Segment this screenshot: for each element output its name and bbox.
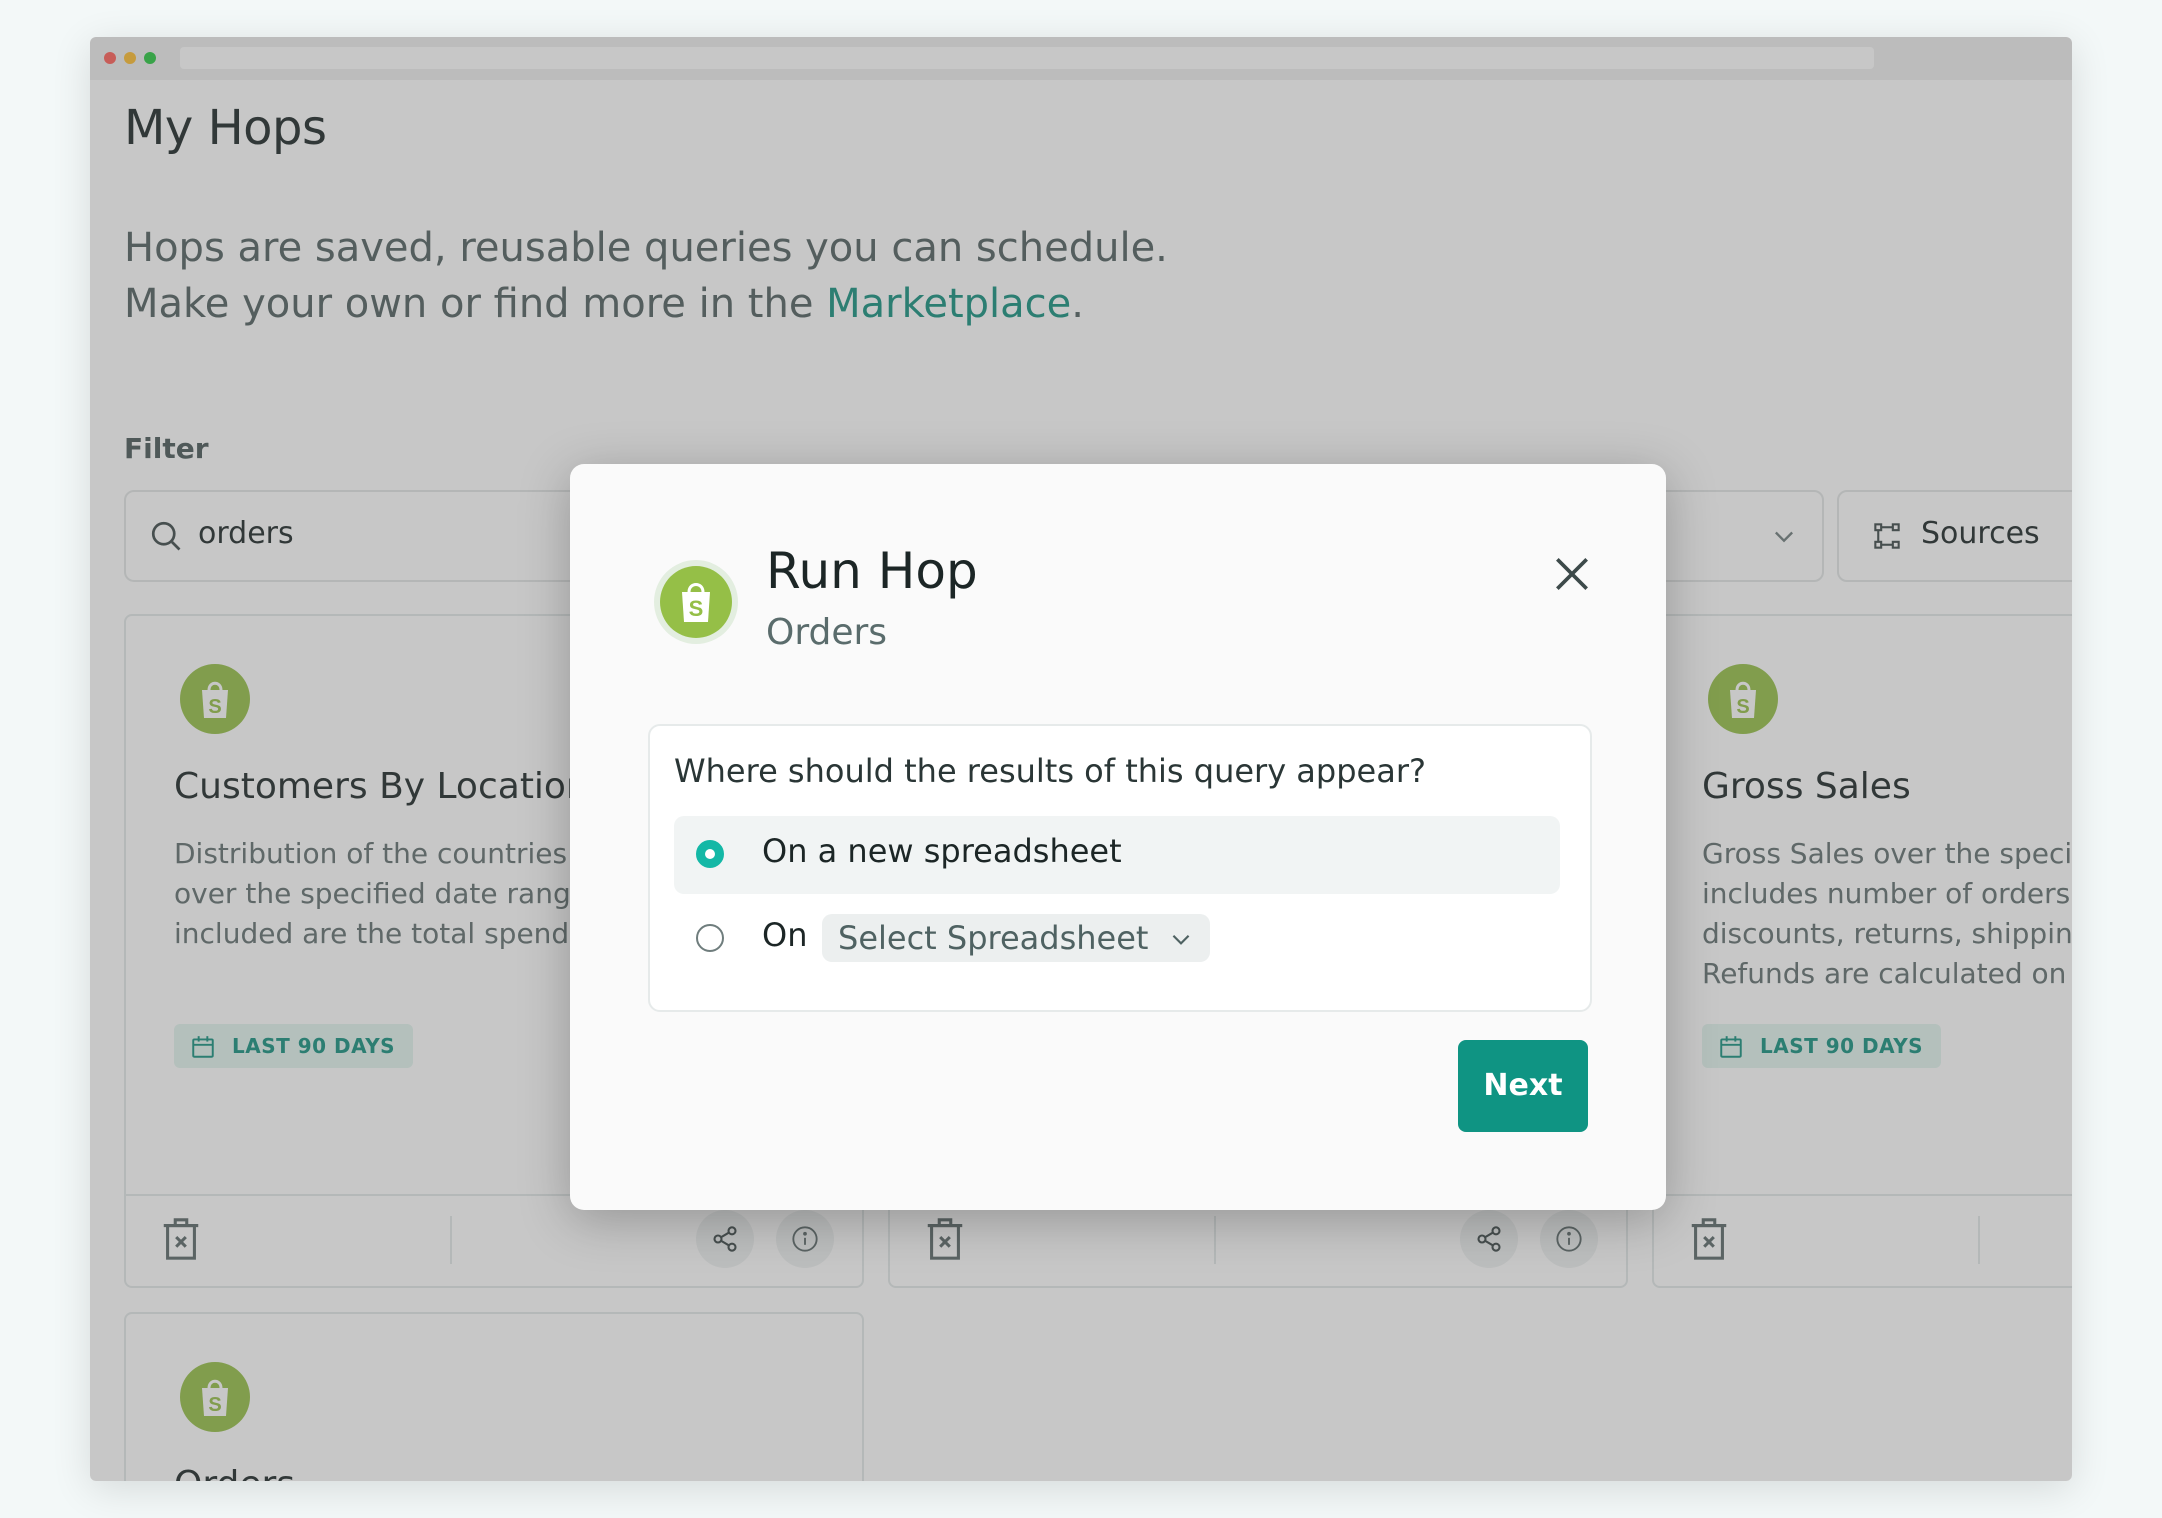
radio-existing-spreadsheet[interactable] (696, 924, 724, 952)
chevron-down-icon (1173, 934, 1190, 945)
option-new-spreadsheet[interactable]: On a new spreadsheet (674, 816, 1560, 894)
option-existing-spreadsheet[interactable]: On Select Spreadsheet (674, 900, 1560, 978)
next-button[interactable]: Next (1458, 1040, 1588, 1132)
modal-subtitle: Orders (766, 612, 888, 653)
modal-title: Run Hop (766, 542, 978, 600)
option-label: On (762, 916, 808, 954)
shopify-icon: S (654, 560, 738, 644)
destination-question: Where should the results of this query a… (674, 752, 1426, 790)
destination-options: Where should the results of this query a… (648, 724, 1592, 1012)
radio-new-spreadsheet[interactable] (696, 840, 724, 868)
close-icon[interactable] (1550, 552, 1594, 596)
run-hop-modal: S Run Hop Orders Where should the result… (570, 464, 1666, 1210)
select-spreadsheet-dropdown[interactable]: Select Spreadsheet (822, 914, 1211, 962)
option-label: On a new spreadsheet (762, 832, 1122, 870)
browser-window: My Hops Hops are saved, reusable queries… (90, 37, 2072, 1481)
svg-text:S: S (689, 596, 704, 621)
select-placeholder: Select Spreadsheet (838, 919, 1149, 957)
